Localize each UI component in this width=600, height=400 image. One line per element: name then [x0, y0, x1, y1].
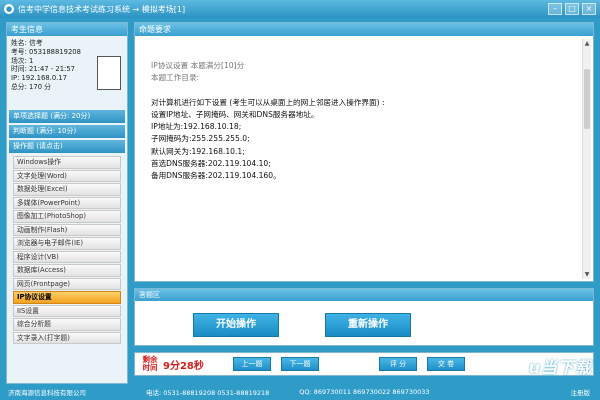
operation-item[interactable]: 图像加工(PhotoShop): [13, 210, 121, 223]
requirement-line: 首选DNS服务器:202.119.104.10;: [151, 159, 271, 169]
requirement-line: 对计算机进行如下设置 (考生可以从桌面上的网上邻居进入操作界面) :: [151, 97, 385, 107]
start-operation-button[interactable]: 开始操作: [193, 313, 279, 337]
window-controls: – □ ×: [548, 3, 596, 15]
vertical-scrollbar[interactable]: ▲ ▼: [582, 39, 591, 279]
requirement-line: 默认网关为:192.168.10.1;: [151, 146, 245, 156]
control-bar: 剩余时间 9分28秒 上一题 下一题 评 分 交 卷: [134, 352, 594, 376]
submit-button[interactable]: 交 卷: [427, 357, 465, 371]
examinee-header: 考生信息: [7, 23, 127, 36]
operation-list: Windows操作 文字处理(Word) 数据处理(Excel) 多媒体(PowerP…: [13, 156, 121, 344]
scroll-down-icon[interactable]: ▼: [583, 270, 591, 279]
requirement-line: 备用DNS服务器:202.119.104.160。: [151, 171, 281, 181]
operation-item[interactable]: Windows操作: [13, 156, 121, 169]
register-status: 注册版: [570, 389, 591, 397]
answer-header: 答题区: [135, 289, 593, 301]
watermark: u当下载: [528, 358, 592, 377]
operation-item[interactable]: 文字录入(打字题): [13, 331, 121, 344]
requirement-line: 设置IP地址、子网掩码、网关和DNS服务器地址。: [151, 109, 319, 119]
requirements-text: IP协议设置 本题满分[10]分 本题工作目录: 对计算机进行如下设置 (考生可…: [135, 36, 593, 280]
timer-value: 9分28秒: [163, 360, 204, 372]
section-judge[interactable]: 判断题 (满分: 10分): [9, 125, 125, 138]
operation-item[interactable]: 数据库(Access): [13, 264, 121, 277]
grade-button[interactable]: 评 分: [379, 357, 417, 371]
answer-panel: 答题区 开始操作 重新操作: [134, 288, 594, 346]
status-bar: 济南海源信息科技有限公司 电话: 0531-88819208 0531-8881…: [0, 384, 600, 400]
operation-item[interactable]: 浏览器与电子邮件(IE): [13, 237, 121, 250]
scroll-up-icon[interactable]: ▲: [583, 39, 591, 48]
operation-item[interactable]: 多媒体(PowerPoint): [13, 196, 121, 209]
phone-numbers: 电话: 0531-88819208 0531-88819218: [146, 389, 270, 397]
examinee-photo: [97, 56, 121, 90]
operation-item[interactable]: IIS设置: [13, 304, 121, 317]
app-icon: ●: [4, 4, 14, 14]
operation-item[interactable]: 文字处理(Word): [13, 169, 121, 182]
title-bar: ● 信考中学信息技术考试练习系统 → 模拟考场[1] – □ ×: [0, 0, 600, 18]
operation-item[interactable]: 程序设计(VB): [13, 250, 121, 263]
question-title: IP协议设置 本题满分[10]分: [151, 61, 245, 70]
work-directory: 本题工作目录:: [151, 73, 200, 83]
company-name: 济南海源信息科技有限公司: [8, 389, 86, 397]
prev-question-button[interactable]: 上一题: [233, 357, 271, 371]
scroll-thumb[interactable]: [584, 69, 590, 129]
section-single-choice[interactable]: 单项选择题 (满分: 20分): [9, 110, 125, 123]
redo-operation-button[interactable]: 重新操作: [325, 313, 411, 337]
requirements-header: 命题要求: [135, 23, 593, 36]
examinee-info: 姓名: 信考 考号: 053188819208 场次: 1 时间: 21:47 …: [7, 36, 127, 108]
examinee-name: 姓名: 信考: [11, 39, 43, 47]
left-panel: 考生信息 姓名: 信考 考号: 053188819208 场次: 1 时间: 2…: [6, 22, 128, 384]
requirement-line: IP地址为:192.168.10.18;: [151, 122, 242, 132]
operation-item[interactable]: 数据处理(Excel): [13, 183, 121, 196]
operation-item[interactable]: 网页(Frontpage): [13, 277, 121, 290]
minimize-button[interactable]: –: [548, 3, 562, 15]
window-title: 信考中学信息技术考试练习系统 → 模拟考场[1]: [18, 4, 186, 14]
maximize-button[interactable]: □: [565, 3, 579, 15]
operation-item[interactable]: 动画制作(Flash): [13, 223, 121, 236]
operation-item[interactable]: 综合分析题: [13, 318, 121, 331]
section-operation[interactable]: 操作题 (请点击): [9, 140, 125, 153]
timer-label: 剩余时间: [142, 355, 158, 372]
requirements-panel: 命题要求 IP协议设置 本题满分[10]分 本题工作目录: 对计算机进行如下设置…: [134, 22, 594, 282]
requirement-line: 子网掩码为:255.255.255.0;: [151, 134, 250, 144]
qq-numbers: QQ: 869730011 869730022 869730033: [299, 388, 430, 396]
next-question-button[interactable]: 下一题: [281, 357, 319, 371]
close-button[interactable]: ×: [582, 3, 596, 15]
operation-item[interactable]: IP协议设置: [13, 291, 121, 304]
